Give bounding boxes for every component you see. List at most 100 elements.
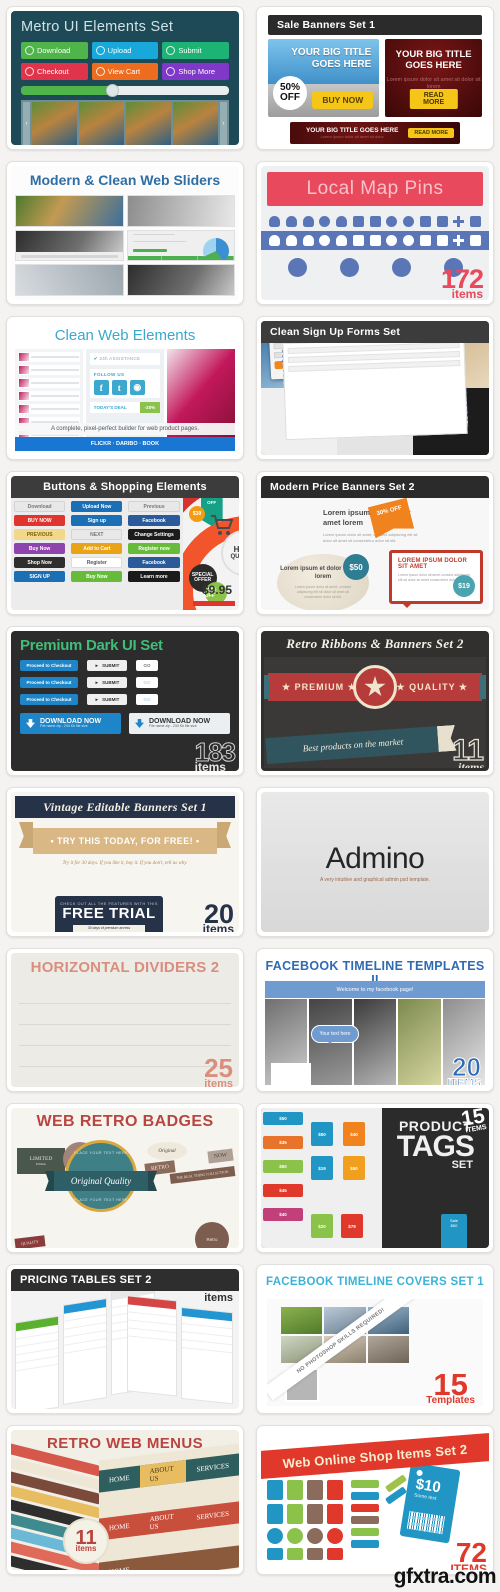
submit-button[interactable]: ► SUBMIT <box>87 694 127 705</box>
pricing-card[interactable] <box>15 1315 59 1409</box>
shop-now-button[interactable]: Shop Now <box>14 557 66 568</box>
pricing-card[interactable] <box>181 1306 233 1405</box>
read-more-button[interactable]: READ MORE <box>408 128 454 138</box>
menu-preview-red[interactable]: HOME ABOUT US SERVICES <box>99 1501 239 1541</box>
preview-card-metro-ui[interactable]: Metro UI Elements Set Download Upload Su… <box>6 6 244 150</box>
menu-item-about[interactable]: ABOUT US <box>139 1459 187 1488</box>
slider-knob[interactable] <box>106 84 120 97</box>
cloud-icon <box>285 216 297 227</box>
checkout-button[interactable]: Checkout <box>21 63 88 80</box>
thumbnail[interactable] <box>79 102 124 145</box>
seal-ribbon: Original Quality <box>54 1171 148 1191</box>
preview-card-retro-ribbons[interactable]: Retro Ribbons & Banners Set 2 ★ PREMIUM … <box>256 626 494 776</box>
slider-preview[interactable] <box>126 229 235 262</box>
menu-preview-teal[interactable]: HOME ABOUT US SERVICES <box>99 1453 239 1493</box>
sign-up-button[interactable]: SIGN UP <box>14 571 66 582</box>
menu-preview-brown[interactable]: HOME <box>99 1545 239 1570</box>
buy-now-button[interactable]: Buy Now <box>71 571 123 582</box>
banner-long[interactable]: YOUR BIG TITLE GOES HERE Lorem ipsum dol… <box>290 122 460 144</box>
download-button-white[interactable]: DOWNLOAD NOW File name.zip - 234 Kb file… <box>129 713 230 734</box>
slider-preview[interactable] <box>15 229 124 262</box>
submit-button[interactable]: ► SUBMIT <box>87 677 127 688</box>
twitter-icon[interactable]: t <box>111 380 127 395</box>
preview-card-admino[interactable]: Admino A very intuitive and graphical ad… <box>256 787 494 937</box>
previous-button[interactable]: Previous <box>128 501 180 512</box>
menu-item-home[interactable]: HOME <box>99 1473 140 1486</box>
learn-more-button[interactable]: Learn more <box>128 571 180 582</box>
shop-more-button[interactable]: Shop More <box>162 63 229 80</box>
product-tags-panel: $50 $50 $40 $35 $50 $19 $50 $45 $40 $20 … <box>261 1108 489 1248</box>
banner-red[interactable]: YOUR BIG TITLE GOES HERE Lorem ipsum dol… <box>385 39 482 117</box>
upload-button[interactable]: Upload <box>91 42 159 59</box>
download-button[interactable]: Download <box>21 42 88 59</box>
button-label: Checkout <box>37 67 69 76</box>
carousel-prev-icon[interactable]: ‹ <box>23 102 30 145</box>
preview-card-map-pins[interactable]: Local Map Pins 172 items <box>256 161 494 305</box>
hq-line-1: HIGH <box>233 545 239 554</box>
carousel-next-icon[interactable]: › <box>220 102 227 145</box>
facebook-button[interactable]: Facebook <box>128 557 180 568</box>
thumbnail[interactable] <box>32 102 77 145</box>
download-button[interactable]: Download <box>14 501 66 512</box>
preview-card-premium-dark-ui[interactable]: Premium Dark UI Set Proceed to Checkout … <box>6 626 244 776</box>
preview-card-price-banners[interactable]: Modern Price Banners Set 2 Lorem ipsum e… <box>256 471 494 615</box>
preview-card-horizontal-dividers[interactable]: HORIZONTAL DIVIDERS 2 25 items <box>6 948 244 1092</box>
submit-button[interactable]: ► SUBMIT <box>87 660 127 671</box>
preview-card-sale-banners[interactable]: Sale Banners Set 1 YOUR BIG TITLE GOES H… <box>256 6 494 150</box>
add-to-cart-button[interactable]: Add to Cart <box>71 543 123 554</box>
register-button[interactable]: Register <box>71 557 123 568</box>
buy-now-button[interactable]: BUY NOW <box>312 91 374 109</box>
preview-card-vintage-banners[interactable]: Vintage Editable Banners Set 1 • TRY THI… <box>6 787 244 937</box>
checkout-button[interactable]: Proceed to Checkout <box>20 677 78 688</box>
preview-card-product-tags[interactable]: $50 $50 $40 $35 $50 $19 $50 $45 $40 $20 … <box>256 1103 494 1253</box>
download-button-blue[interactable]: DOWNLOAD NOW File name.zip - 234 Kb file… <box>20 713 121 734</box>
submit-button[interactable]: Submit <box>162 42 229 59</box>
preview-card-web-retro-badges[interactable]: WEB RETRO BADGES LIMITED Edition SAME TI… <box>6 1103 244 1253</box>
facebook-button[interactable]: Facebook <box>128 515 180 526</box>
slider-preview[interactable] <box>15 195 124 227</box>
preview-card-fb-timeline-templates[interactable]: FACEBOOK TIMELINE TEMPLATES II Welcome t… <box>256 948 494 1092</box>
change-settings-button[interactable]: Change Settings <box>128 529 180 540</box>
preview-card-buttons-shopping[interactable]: Buttons & Shopping Elements Download BUY… <box>6 471 244 615</box>
pricing-card[interactable] <box>63 1297 107 1405</box>
menu-item-home[interactable]: HOME <box>99 1565 140 1570</box>
rss-icon[interactable]: ◉ <box>129 380 145 395</box>
next-button[interactable]: NEXT <box>71 529 123 540</box>
preview-card-sign-up-forms[interactable]: Create an Account <box>256 316 494 460</box>
checkout-button[interactable]: Proceed to Checkout <box>20 694 78 705</box>
previous-button[interactable]: PREVIOUS <box>14 529 66 540</box>
preview-card-clean-web-elements[interactable]: Clean Web Elements ✔ 24h ASSISTANCE FOLL… <box>6 316 244 460</box>
slider-preview[interactable] <box>126 264 235 297</box>
preview-card-pricing-tables[interactable]: PRICING TABLES SET 2 9 items <box>6 1264 244 1414</box>
go-button[interactable]: GO <box>136 660 158 671</box>
buy-now-button[interactable]: BUY NOW <box>14 515 66 526</box>
view-cart-button[interactable]: View Cart <box>91 63 159 80</box>
go-button[interactable]: GO <box>136 677 158 688</box>
thumbnail[interactable] <box>126 102 171 145</box>
checkout-button[interactable]: Proceed to Checkout <box>20 660 78 671</box>
read-more-button[interactable]: READ MORE <box>409 89 458 109</box>
button-label: Submit <box>178 46 202 55</box>
facebook-icon[interactable]: f <box>93 380 109 395</box>
barcode-icon <box>406 1510 446 1535</box>
menu-item-about[interactable]: ABOUT US <box>140 1511 187 1533</box>
banner-blue[interactable]: YOUR BIG TITLE GOES HERE 50% OFF BUY NOW <box>268 39 380 117</box>
preview-card-web-sliders[interactable]: Modern & Clean Web Sliders <box>6 161 244 305</box>
preview-card-web-online-shop[interactable]: $10 Some text Web Online Shop Items Set … <box>256 1425 494 1575</box>
thumbnail-carousel[interactable]: ‹ › <box>21 100 229 145</box>
preview-card-retro-web-menus[interactable]: RETRO WEB MENUS HOME ABOUT US SERVICES H… <box>6 1425 244 1575</box>
menu-item-services[interactable]: SERVICES <box>186 1508 239 1522</box>
preview-card-fb-covers[interactable]: FACEBOOK TIMELINE COVERS SET 1 NO PHOTOS… <box>256 1264 494 1414</box>
buy-now-button[interactable]: Buy Now <box>14 543 66 554</box>
upload-button[interactable]: Upload Now <box>71 501 123 512</box>
pricing-card[interactable] <box>127 1295 177 1397</box>
form-mockup[interactable] <box>282 336 489 455</box>
slider-preview[interactable] <box>15 264 124 297</box>
thumbnail[interactable] <box>173 102 218 145</box>
slider-preview[interactable] <box>126 195 235 227</box>
progress-slider[interactable] <box>21 84 229 97</box>
go-button[interactable]: GO <box>136 694 158 705</box>
menu-item-services[interactable]: SERVICES <box>186 1460 239 1474</box>
sign-up-button[interactable]: Sign up <box>71 515 123 526</box>
register-now-button[interactable]: Register now <box>128 543 180 554</box>
